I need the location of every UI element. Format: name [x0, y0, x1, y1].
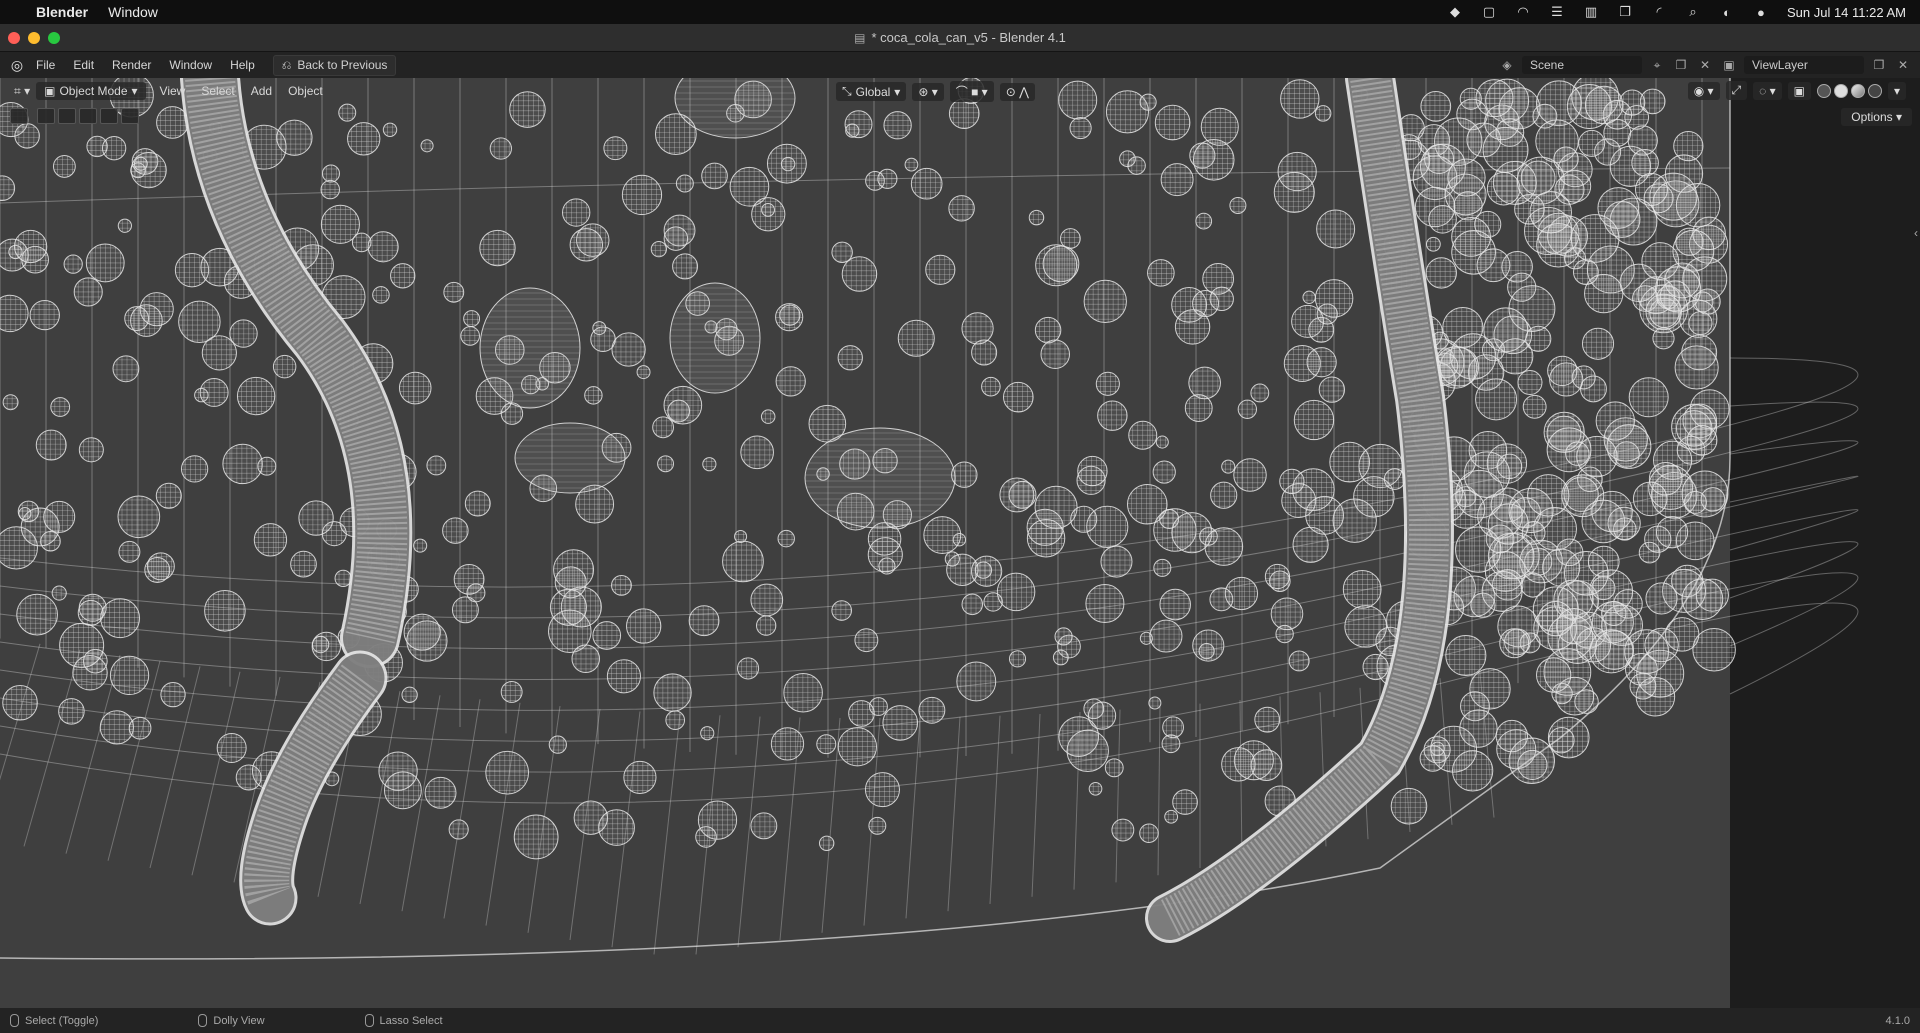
blender-logo-icon[interactable]: ◎ [8, 56, 26, 74]
object-mode-dropdown[interactable]: ▣ Object Mode ▾ [36, 82, 146, 100]
dropbox-icon[interactable]: ◆ [1447, 4, 1463, 19]
transform-orientation-label: Global [855, 84, 891, 99]
viewport-menu-object[interactable]: Object [284, 82, 327, 100]
select-subtract-icon[interactable] [79, 108, 97, 124]
back-to-previous-label: Back to Previous [297, 58, 388, 72]
select-new-icon[interactable] [37, 108, 55, 124]
status-dolly-hint: Dolly View [198, 1014, 265, 1027]
siri-icon[interactable]: ● [1753, 5, 1769, 20]
document-icon: ▤ [854, 30, 866, 45]
back-to-previous-button[interactable]: ⎌ Back to Previous [272, 54, 397, 76]
mouse-left-icon [10, 1014, 19, 1027]
new-viewlayer-icon[interactable]: ❐ [1870, 56, 1888, 74]
new-scene-icon[interactable]: ❐ [1672, 56, 1690, 74]
minimize-window-button[interactable] [28, 32, 40, 44]
object-mode-icon: ▣ [44, 84, 56, 98]
select-extend-icon[interactable] [58, 108, 76, 124]
orientation-icon: ⤡ [842, 84, 852, 98]
menu-render[interactable]: Render [112, 58, 151, 72]
viewlayer-field[interactable]: ViewLayer [1744, 56, 1864, 74]
scene-name: Scene [1530, 58, 1565, 72]
viewport-display-tools: ◉ ▾ ⤢ ◌ ▾ ▣ ▾ [1687, 81, 1906, 100]
mac-menu-window[interactable]: Window [108, 4, 158, 20]
delete-viewlayer-icon[interactable]: ✕ [1894, 56, 1912, 74]
mouse-middle-icon [198, 1014, 208, 1027]
tweak-tool-icon[interactable] [10, 108, 28, 124]
mac-menubar: Blender Window ◆ ▢ ◠ ☰ ▥ ❐ ◜ ⌕ ◐ ● Sun J… [0, 0, 1920, 24]
mouse-right-icon [364, 1014, 374, 1027]
selection-mode-tools [10, 108, 139, 124]
options-dropdown[interactable]: Options ▾ [1841, 108, 1912, 126]
layout-icon[interactable]: ▥ [1583, 4, 1599, 19]
lasso-hint-label: Lasso Select [379, 1014, 443, 1027]
material-shading-icon[interactable] [1850, 83, 1865, 98]
menu-help[interactable]: Help [230, 58, 255, 72]
window-title: * coca_cola_can_v5 - Blender 4.1 [871, 30, 1066, 45]
control-center-icon[interactable]: ◐ [1719, 5, 1735, 20]
status-lasso-hint: Lasso Select [364, 1014, 443, 1027]
scene-browse-icon[interactable]: ◈ [1498, 56, 1516, 74]
editor-type-icon[interactable]: ⌗ ▾ [8, 82, 36, 101]
topbar-right: ◈ Scene ⌖ ❐ ✕ ▣ ViewLayer ❐ ✕ [1498, 56, 1912, 74]
zoom-window-button[interactable] [48, 32, 60, 44]
blender-version: 4.1.0 [1885, 1014, 1910, 1027]
app-square-icon[interactable]: ▢ [1481, 4, 1497, 19]
window-controls [8, 32, 60, 44]
back-icon: ⎌ [281, 57, 292, 72]
viewlayer-browse-icon[interactable]: ▣ [1720, 56, 1738, 74]
viewport-header: ⌗ ▾ ▣ Object Mode ▾ View Select Add Obje… [0, 78, 1920, 104]
solid-shading-icon[interactable] [1833, 83, 1848, 98]
windows-icon[interactable]: ❐ [1617, 4, 1633, 19]
status-bar: Select (Toggle) Dolly View Lasso Select … [0, 1008, 1920, 1033]
viewlayer-name: ViewLayer [1752, 58, 1808, 72]
chevron-down-icon: ▾ [131, 84, 138, 98]
proportional-edit-icon[interactable]: ⊙ ⋀ [999, 82, 1035, 101]
xray-icon[interactable]: ▣ [1787, 81, 1811, 100]
visibility-icon[interactable]: ◉ ▾ [1687, 81, 1720, 100]
pivot-icon[interactable]: ⊛ ▾ [912, 82, 944, 101]
list-icon[interactable]: ☰ [1549, 4, 1565, 19]
mac-status-area: ◆ ▢ ◠ ☰ ▥ ❐ ◜ ⌕ ◐ ● Sun Jul 14 11:22 AM [1447, 4, 1906, 20]
transform-tools: ⤡ Global ▾ ⊛ ▾ ⌒ ■ ▾ ⊙ ⋀ [836, 81, 1035, 102]
sidebar-toggle-icon[interactable]: ‹ [1914, 226, 1918, 240]
wifi-icon[interactable]: ◜ [1651, 4, 1667, 19]
blender-topbar: ◎ File Edit Render Window Help ⎌ Back to… [0, 52, 1920, 78]
chevron-down-icon: ▾ [894, 84, 901, 99]
dolly-hint-label: Dolly View [213, 1014, 265, 1027]
options-label: Options [1851, 110, 1893, 124]
rendered-shading-icon[interactable] [1867, 83, 1882, 98]
search-icon[interactable]: ⌕ [1685, 4, 1701, 19]
scene-field[interactable]: Scene [1522, 56, 1642, 74]
transform-orientation-dropdown[interactable]: ⤡ Global ▾ [836, 82, 907, 101]
wireframe-shading-icon[interactable] [1816, 83, 1831, 98]
menu-file[interactable]: File [36, 58, 55, 72]
viewport-menu-select[interactable]: Select [197, 82, 238, 100]
viewport-menu-add[interactable]: Add [247, 82, 276, 100]
close-window-button[interactable] [8, 32, 20, 44]
select-intersect-icon[interactable] [121, 108, 139, 124]
object-mode-label: Object Mode [59, 84, 128, 98]
select-hint-label: Select (Toggle) [25, 1014, 99, 1027]
mac-clock[interactable]: Sun Jul 14 11:22 AM [1787, 5, 1906, 20]
gizmo-icon[interactable]: ⤢ [1725, 81, 1748, 100]
viewport-menu-view[interactable]: View [156, 82, 190, 100]
select-invert-icon[interactable] [100, 108, 118, 124]
menu-window[interactable]: Window [169, 58, 212, 72]
shading-modes [1816, 83, 1882, 98]
snap-icon[interactable]: ⌒ ■ ▾ [949, 81, 994, 102]
status-select-hint: Select (Toggle) [10, 1014, 98, 1027]
overlays-icon[interactable]: ◌ ▾ [1753, 81, 1782, 100]
window-titlebar: ▤ * coca_cola_can_v5 - Blender 4.1 [0, 24, 1920, 52]
menu-edit[interactable]: Edit [73, 58, 94, 72]
mac-app-name[interactable]: Blender [36, 4, 88, 20]
delete-scene-icon[interactable]: ✕ [1696, 56, 1714, 74]
shading-options-icon[interactable]: ▾ [1887, 81, 1906, 100]
3d-viewport[interactable]: ⌗ ▾ ▣ Object Mode ▾ View Select Add Obje… [0, 78, 1920, 1008]
pin-icon[interactable]: ⌖ [1648, 56, 1666, 74]
headphones-icon[interactable]: ◠ [1515, 4, 1531, 19]
wireframe-mesh[interactable] [0, 78, 1920, 1008]
